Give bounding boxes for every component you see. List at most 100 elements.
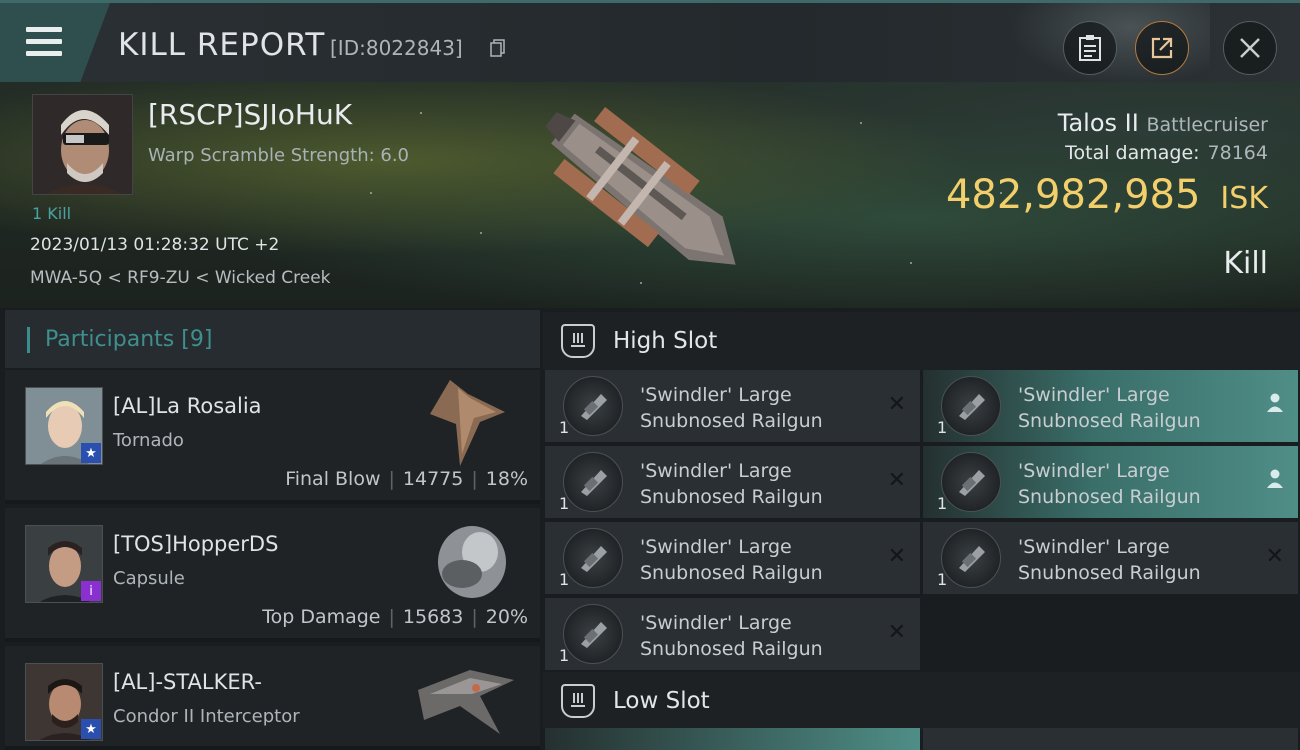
railgun-icon (941, 528, 1001, 588)
corp-badge: ★ (81, 719, 101, 739)
participant-damage: 15683 (402, 606, 464, 628)
victim-banner: [RSCP]SJIoHuK Warp Scramble Strength: 6.… (0, 82, 1300, 308)
low-slot-title: Low Slot (613, 688, 710, 714)
slot-item[interactable]: 1 'Swindler' Large Snubnosed Railgun (923, 370, 1298, 442)
participants-title: Participants [9] (45, 327, 212, 352)
participant-card[interactable]: ★ [AL]La Rosalia Tornado Final Blow | 1477… (5, 370, 540, 504)
title-bar: KILL REPORT [ID:8022843] (0, 0, 1300, 85)
slot-item[interactable]: 1 'Swindler' Large Snubnosed Railgun ✕ (923, 522, 1298, 594)
person-icon (1266, 392, 1284, 418)
item-name: 'Swindler' Large Snubnosed Railgun (640, 382, 823, 434)
destroyed-icon: ✕ (887, 468, 906, 493)
divider: | (388, 468, 395, 490)
ship-name[interactable]: Talos II Battlecruiser (1058, 109, 1268, 137)
slot-item[interactable]: 1 'Swindler' Large Snubnosed Railgun ✕ (545, 370, 920, 442)
participant-stats: Final Blow | 14775 | 18% (285, 468, 528, 490)
person-glyph (1267, 393, 1283, 412)
railgun-icon (563, 452, 623, 512)
item-name: 'Swindler' Large Snubnosed Railgun (640, 534, 823, 586)
total-damage: Total damage: 78164 (1065, 142, 1268, 164)
kill-location[interactable]: MWA-5Q < RF9-ZU < Wicked Creek (30, 268, 331, 288)
participant-portrait[interactable]: ★ (25, 387, 103, 465)
low-slot-item-partial[interactable] (545, 728, 920, 750)
victim-portrait[interactable] (32, 94, 133, 195)
item-quantity: 1 (559, 418, 570, 437)
item-name-line2: Snubnosed Railgun (1018, 562, 1201, 584)
item-name-line2: Snubnosed Railgun (1018, 486, 1201, 508)
item-name: 'Swindler' Large Snubnosed Railgun (640, 610, 823, 662)
high-slot-icon (561, 324, 595, 358)
isk-value: 482,982,985 ISK (946, 172, 1268, 218)
share-button[interactable] (1135, 21, 1189, 75)
person-glyph (1267, 469, 1283, 488)
item-name-line2: Snubnosed Railgun (640, 638, 823, 660)
participant-portrait[interactable]: i (25, 525, 103, 603)
corp-badge: i (81, 581, 101, 601)
participant-portrait[interactable]: ★ (25, 663, 103, 741)
star (420, 112, 422, 114)
destroyed-icon: ✕ (1265, 544, 1284, 569)
participant-ship-image (438, 526, 506, 598)
section-accent (27, 327, 30, 353)
participant-role: Final Blow (285, 468, 381, 490)
item-name-line1: 'Swindler' Large (640, 384, 792, 406)
participant-name: [AL]-STALKER- (113, 670, 262, 694)
slot-item[interactable]: 1 'Swindler' Large Snubnosed Railgun (923, 446, 1298, 518)
item-quantity: 1 (559, 570, 570, 589)
person-icon (1266, 468, 1284, 494)
railgun-glyph (581, 470, 607, 496)
railgun-glyph (959, 546, 985, 572)
destroyed-icon: ✕ (887, 620, 906, 645)
divider: | (388, 606, 395, 628)
item-name-line1: 'Swindler' Large (640, 612, 792, 634)
participants-label: Participants (45, 327, 175, 352)
slot-item[interactable]: 1 'Swindler' Large Snubnosed Railgun ✕ (545, 446, 920, 518)
copy-icon[interactable] (490, 39, 506, 57)
railgun-icon (941, 452, 1001, 512)
low-slot-icon (561, 684, 595, 718)
module-icon (571, 693, 585, 707)
participant-card[interactable]: i [TOS]HopperDS Capsule Top Damage | 15683… (5, 508, 540, 642)
divider: | (471, 468, 478, 490)
participant-name: [TOS]HopperDS (113, 532, 279, 556)
report-id: [ID:8022843] (330, 36, 463, 60)
divider: | (471, 606, 478, 628)
item-name-line2: Snubnosed Railgun (640, 410, 823, 432)
total-damage-label: Total damage: (1065, 142, 1200, 164)
railgun-icon (563, 604, 623, 664)
item-name-line1: 'Swindler' Large (640, 460, 792, 482)
slot-item[interactable]: 1 'Swindler' Large Snubnosed Railgun ✕ (545, 522, 920, 594)
item-name-line1: 'Swindler' Large (1018, 536, 1170, 558)
item-name: 'Swindler' Large Snubnosed Railgun (1018, 534, 1201, 586)
kill-result: Kill (1223, 246, 1268, 281)
participant-ship-image (430, 380, 505, 466)
participants-header[interactable]: Participants [9] (5, 310, 540, 368)
destroyed-icon: ✕ (887, 544, 906, 569)
participant-ship: Capsule (113, 568, 185, 589)
corp-badge: ★ (81, 443, 101, 463)
railgun-glyph (959, 470, 985, 496)
ship-class: Battlecruiser (1146, 114, 1268, 136)
railgun-glyph (581, 394, 607, 420)
low-slot-item-partial[interactable] (923, 728, 1298, 750)
participant-card[interactable]: ★ [AL]-STALKER- Condor II Interceptor (5, 646, 540, 750)
item-quantity: 1 (937, 418, 948, 437)
item-name-line2: Snubnosed Railgun (640, 486, 823, 508)
item-name: 'Swindler' Large Snubnosed Railgun (1018, 382, 1201, 434)
victim-ship-image[interactable] (520, 94, 770, 294)
menu-icon-bar (26, 51, 62, 56)
star (910, 262, 912, 264)
victim-name[interactable]: [RSCP]SJIoHuK (148, 98, 352, 131)
close-button[interactable] (1223, 21, 1277, 75)
participants-count: [9] (181, 327, 213, 352)
item-quantity: 1 (937, 570, 948, 589)
item-quantity: 1 (559, 494, 570, 513)
participant-role: Top Damage (262, 606, 381, 628)
item-name-line1: 'Swindler' Large (640, 536, 792, 558)
slot-item[interactable]: 1 'Swindler' Large Snubnosed Railgun ✕ (545, 598, 920, 670)
menu-button[interactable] (0, 3, 110, 85)
participant-ship: Condor II Interceptor (113, 706, 300, 727)
clipboard-button[interactable] (1063, 21, 1117, 75)
kill-count: 1 Kill (32, 204, 72, 223)
destroyed-icon: ✕ (887, 392, 906, 417)
